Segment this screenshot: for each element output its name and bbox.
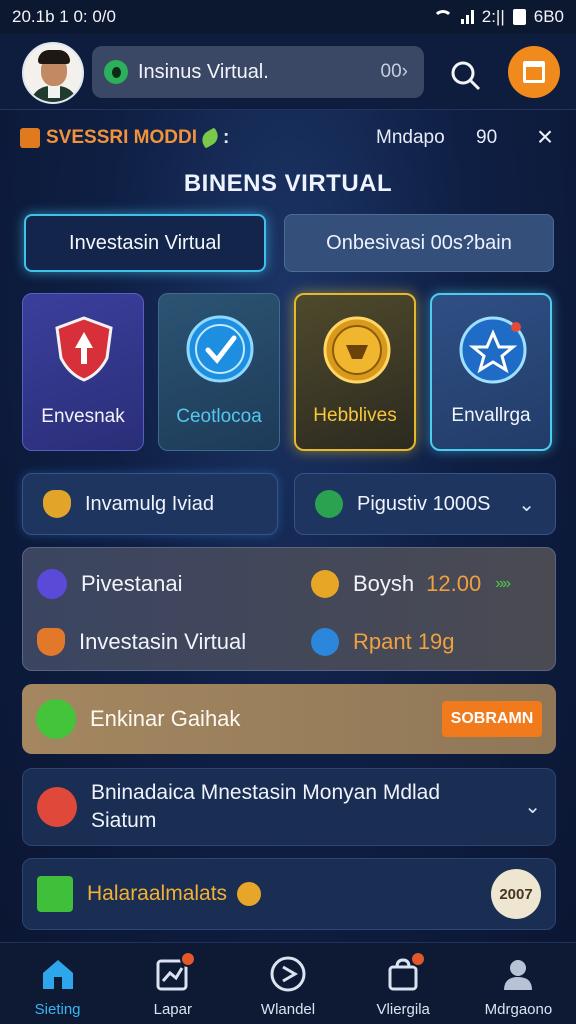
coin-icon xyxy=(311,570,339,598)
nav-item-lapar[interactable]: Lapar xyxy=(115,943,230,1024)
notification-dot xyxy=(179,951,196,967)
status-icons: 2:|| 6B0 xyxy=(432,7,564,27)
handshake-icon xyxy=(37,787,77,827)
gold-coin-icon xyxy=(322,315,392,385)
feature-label: Envallrga xyxy=(451,405,531,426)
bottom-card-label: Halaraalmalats xyxy=(87,882,228,905)
brand-button[interactable] xyxy=(508,46,560,98)
invamulg-label: Invamulg Iviad xyxy=(85,492,214,515)
context-mode: Mndapo xyxy=(376,127,445,148)
context-strip: SVESSRI MODDI : Mndapo 90 × xyxy=(20,120,560,156)
panel-rpant[interactable]: Rpant 19g xyxy=(311,622,455,662)
pigustiv-label: Pigustiv 1000S xyxy=(357,492,491,515)
badge-icon xyxy=(37,628,65,656)
rpant-label: Rpant 19g xyxy=(353,629,455,654)
clipboard-icon xyxy=(36,699,76,739)
investment-panel: Pivestanai Boysh 12.00 »» Investasin Vir… xyxy=(22,547,556,671)
nav-item-mdrgaono[interactable]: Mdrgaono xyxy=(461,943,576,1024)
chevron-down-icon[interactable]: ⌄ xyxy=(524,793,541,821)
gift-icon xyxy=(523,61,545,83)
refresh-icon xyxy=(315,490,343,518)
profile-icon xyxy=(499,955,537,993)
context-suffix: : xyxy=(222,127,230,148)
feature-label: Hebblives xyxy=(313,405,397,426)
search-icon[interactable] xyxy=(450,60,482,92)
document-icon xyxy=(37,569,67,599)
nav-item-vliergila[interactable]: Vliergila xyxy=(346,943,461,1024)
round-badge[interactable]: 2007 xyxy=(491,869,541,919)
feature-card-ceotlocoa[interactable]: Ceotlocoa xyxy=(158,293,280,451)
notification-dot xyxy=(410,951,427,967)
info-icon xyxy=(311,628,339,656)
balance-amount: 12.00 xyxy=(426,571,482,596)
context-number: 90 xyxy=(476,127,498,148)
nav-label: Sieting xyxy=(34,1001,81,1018)
bag-icon xyxy=(384,951,427,993)
tab-onbesivasi[interactable]: Onbesivasi 00s?bain xyxy=(284,214,554,272)
check-icon xyxy=(185,314,255,384)
leaf-icon xyxy=(198,127,222,149)
chevron-down-icon: ⌄ xyxy=(518,493,535,516)
shield-small-icon xyxy=(43,490,71,518)
panel-balance[interactable]: Boysh 12.00 »» xyxy=(311,564,511,604)
wifi-icon xyxy=(432,10,453,24)
feature-label: Envesnak xyxy=(41,406,125,427)
pigustiv-dropdown[interactable]: Pigustiv 1000S ⌄ xyxy=(294,473,556,535)
tab-investasin-virtual[interactable]: Investasin Virtual xyxy=(24,214,266,272)
page-title: BINENS VIRTUAL xyxy=(183,170,393,197)
app-header: Insinus Virtual. 00› xyxy=(0,34,576,110)
search-pill-value: 00› xyxy=(380,61,408,82)
balance-label: Boysh xyxy=(353,571,415,596)
compass-icon xyxy=(269,955,307,993)
home-icon xyxy=(39,955,77,993)
report-icon xyxy=(37,876,73,912)
nav-label: Mdrgaono xyxy=(484,1001,553,1018)
bottom-card[interactable]: Halaraalmalats 2007 xyxy=(22,858,556,930)
panel-row2-label: Investasin Virtual xyxy=(79,629,247,654)
status-bar: 20.1b 1 0: 0/0 2:|| 6B0 xyxy=(0,0,576,34)
coin-icon xyxy=(237,882,262,906)
arrows-icon: »» xyxy=(495,575,511,592)
battery-text: 6B0 xyxy=(533,7,564,26)
panel-row[interactable]: Pivestanai xyxy=(37,564,183,604)
close-button[interactable]: × xyxy=(530,122,560,152)
star-icon xyxy=(458,315,528,385)
nav-label: Lapar xyxy=(153,1001,192,1018)
promo-label: Enkinar Gaihak xyxy=(90,706,241,731)
search-pill-label: Insinus Virtual. xyxy=(138,60,269,83)
feature-card-envesnak[interactable]: Envesnak xyxy=(22,293,144,451)
signal-icon xyxy=(460,10,474,24)
panel-row1-label: Pivestanai xyxy=(81,571,183,596)
battery-icon xyxy=(512,9,526,25)
nav-item-wlandel[interactable]: Wlandel xyxy=(230,943,345,1024)
nav-item-sieting[interactable]: Sieting xyxy=(0,943,115,1024)
chart-icon xyxy=(154,951,196,993)
invamulg-pill[interactable]: Invamulg Iviad xyxy=(22,473,278,535)
bottom-nav: Sieting Lapar Wlandel Vliergila Mdrgaono xyxy=(0,942,576,1024)
status-dot-icon xyxy=(104,60,128,84)
mode-icon xyxy=(20,128,40,148)
shield-icon xyxy=(49,314,119,384)
context-label: SVESSRI MODDI xyxy=(46,127,197,148)
signal-text: 2:|| xyxy=(481,7,505,26)
promo-button[interactable]: SOBRAMN xyxy=(442,701,542,737)
feature-card-hebblives[interactable]: Hebblives xyxy=(294,293,416,451)
info-text: Bninadaica Mnestasin Monyan Mdlad Siatum xyxy=(91,781,441,832)
nav-label: Vliergila xyxy=(376,1001,430,1018)
info-card[interactable]: Bninadaica Mnestasin Monyan Mdlad Siatum… xyxy=(22,768,556,846)
search-pill[interactable]: Insinus Virtual. 00› xyxy=(92,46,424,98)
status-time: 20.1b 1 0: 0/0 xyxy=(12,7,116,26)
panel-row[interactable]: Investasin Virtual xyxy=(37,622,246,662)
avatar[interactable] xyxy=(22,42,84,104)
feature-label: Ceotlocoa xyxy=(176,406,262,427)
promo-strip[interactable]: Enkinar Gaihak SOBRAMN xyxy=(22,684,556,754)
nav-label: Wlandel xyxy=(260,1001,316,1018)
feature-card-envallrga[interactable]: Envallrga xyxy=(430,293,552,451)
